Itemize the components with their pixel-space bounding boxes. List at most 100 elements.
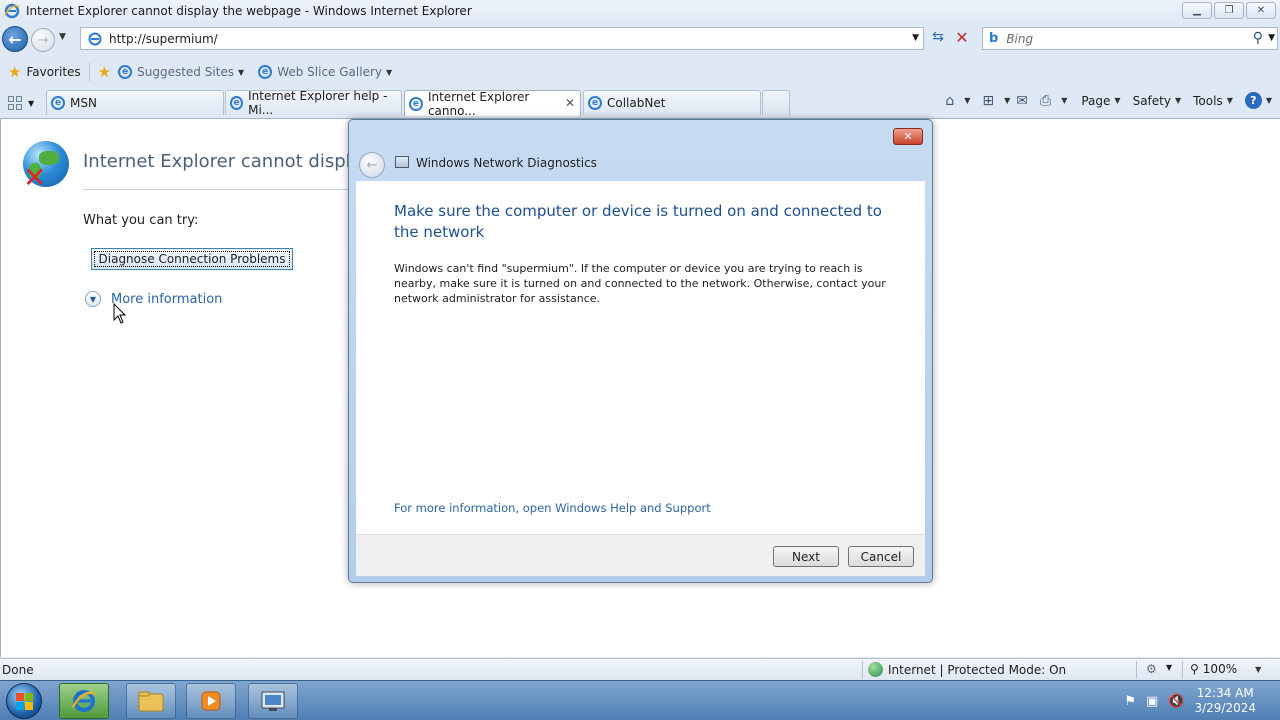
volume-muted-icon[interactable]: 🔇: [1168, 694, 1184, 709]
tab-list-dropdown-icon[interactable]: ▼: [28, 99, 34, 108]
zoom-level: 100%: [1202, 662, 1238, 676]
forward-button[interactable]: →: [31, 28, 55, 52]
divider: [862, 661, 863, 679]
chevron-down-icon: ▼: [1114, 96, 1121, 105]
safety-menu-label: Safety: [1132, 93, 1171, 108]
close-icon: ✕: [903, 130, 913, 143]
help-and-support-link[interactable]: For more information, open Windows Help …: [394, 501, 711, 515]
page-icon: [88, 32, 102, 45]
help-menu[interactable]: ? ▼: [1244, 92, 1272, 109]
dialog-body: Make sure the computer or device is turn…: [356, 181, 925, 534]
chevron-down-icon: ▼: [1265, 96, 1272, 105]
taskbar-network-diagnostics[interactable]: [248, 683, 298, 719]
inprivate-filter-icon[interactable]: ⚙: [1146, 662, 1157, 676]
network-icon[interactable]: ▣: [1146, 694, 1158, 709]
address-bar[interactable]: http://supermium/ ▼: [80, 27, 924, 50]
read-mail-icon[interactable]: ✉: [1016, 93, 1028, 109]
dialog-close-button[interactable]: ✕: [893, 128, 923, 145]
print-icon[interactable]: ⎙: [1040, 93, 1051, 109]
refresh-button[interactable]: ⇆: [928, 29, 948, 49]
chevron-down-icon: ▼: [85, 291, 101, 307]
dialog-heading: Make sure the computer or device is turn…: [394, 202, 882, 241]
favorites-button[interactable]: ★ Favorites: [8, 63, 81, 81]
diagnose-connection-button[interactable]: Diagnose Connection Problems: [91, 248, 293, 270]
page-menu[interactable]: Page ▼: [1081, 94, 1120, 108]
security-zone[interactable]: Internet | Protected Mode: On: [868, 662, 1066, 677]
close-tab-icon[interactable]: ✕: [565, 96, 575, 110]
new-tab-button[interactable]: [762, 90, 790, 115]
network-diagnostics-icon: [395, 156, 409, 168]
quick-tabs-button[interactable]: ▼: [6, 92, 42, 114]
search-box[interactable]: b Bing ⚲ ▼: [982, 27, 1278, 50]
home-dropdown-icon[interactable]: ▼: [964, 96, 970, 105]
address-dropdown-icon[interactable]: ▼: [912, 33, 919, 43]
internet-explorer-icon: [71, 690, 96, 712]
minimize-button[interactable]: ▁: [1182, 2, 1212, 19]
start-button[interactable]: [6, 683, 42, 719]
feeds-dropdown-icon[interactable]: ▼: [1004, 96, 1010, 105]
taskbar-internet-explorer[interactable]: [59, 683, 109, 719]
what-you-can-try-label: What you can try:: [83, 213, 199, 228]
stop-icon: ✕: [955, 28, 969, 47]
more-information-toggle[interactable]: ▼ More information: [85, 291, 222, 307]
suggested-sites-button[interactable]: e Suggested Sites ▼: [118, 65, 244, 79]
divider: [1182, 661, 1183, 679]
tab-msn[interactable]: e MSN: [46, 90, 224, 115]
divider: [88, 63, 90, 81]
taskbar-windows-explorer[interactable]: [126, 683, 176, 719]
search-placeholder[interactable]: Bing: [1006, 32, 1033, 46]
taskbar: ⚑ ▣ 🔇 12:34 AM 3/29/2024: [0, 680, 1280, 720]
divider: [1136, 661, 1137, 679]
suggested-sites-label: Suggested Sites: [137, 65, 235, 79]
tab-collabnet[interactable]: e CollabNet: [583, 90, 761, 115]
tab-ie-help[interactable]: e Internet Explorer help - Mi...: [225, 89, 402, 117]
help-icon: ?: [1244, 92, 1262, 109]
close-window-button[interactable]: ✕: [1246, 2, 1276, 19]
restore-button[interactable]: ❐: [1214, 2, 1244, 19]
clock-time: 12:34 AM: [1196, 686, 1254, 700]
dialog-message: Windows can't find "supermium". If the c…: [394, 262, 886, 305]
stop-button[interactable]: ✕: [952, 28, 972, 48]
ie-page-icon: e: [230, 96, 244, 110]
zoom-control[interactable]: ⚲ 100% ▼: [1190, 662, 1261, 676]
mouse-cursor-icon: [113, 303, 127, 324]
web-slice-gallery-button[interactable]: e Web Slice Gallery ▼: [258, 65, 392, 79]
internet-zone-icon: [868, 662, 883, 677]
more-information-label: More information: [111, 291, 223, 307]
favorites-label: Favorites: [26, 65, 81, 79]
add-to-favorites-bar-button[interactable]: ★: [98, 63, 116, 81]
search-options-dropdown[interactable]: ▼: [1268, 33, 1275, 43]
home-icon[interactable]: ⌂: [945, 93, 954, 109]
next-button[interactable]: Next: [773, 546, 839, 567]
network-diagnostics-dialog: ✕ ← Windows Network Diagnostics Make sur…: [348, 119, 933, 583]
feeds-icon[interactable]: ⊞: [982, 93, 994, 109]
chevron-down-icon[interactable]: ▼: [1166, 663, 1172, 672]
taskbar-media-player[interactable]: [186, 683, 236, 719]
safety-menu[interactable]: Safety ▼: [1133, 94, 1182, 108]
search-icon[interactable]: ⚲: [1253, 30, 1263, 46]
web-slice-gallery-label: Web Slice Gallery: [277, 65, 382, 79]
clock[interactable]: 12:34 AM 3/29/2024: [1194, 686, 1256, 716]
tab-label: Internet Explorer help - Mi...: [248, 89, 388, 117]
chevron-down-icon: ▼: [385, 67, 393, 77]
tab-label: Internet Explorer canno...: [427, 89, 530, 118]
dialog-back-button[interactable]: ←: [359, 152, 385, 178]
print-dropdown-icon[interactable]: ▼: [1061, 96, 1067, 105]
tab-current-error[interactable]: e Internet Explorer canno... ✕: [404, 89, 581, 118]
tab-label: MSN: [70, 96, 97, 110]
action-center-flag-icon[interactable]: ⚑: [1124, 694, 1136, 709]
ie-page-icon: e: [51, 96, 65, 110]
chevron-down-icon: ▼: [238, 67, 245, 77]
window-title: Internet Explorer cannot display the web…: [26, 4, 472, 18]
tab-label: CollabNet: [607, 96, 666, 110]
system-tray: ⚑ ▣ 🔇 12:34 AM 3/29/2024: [1124, 681, 1280, 720]
add-favorite-icon: ★: [97, 63, 112, 81]
address-url[interactable]: http://supermium/: [109, 32, 218, 46]
cancel-button[interactable]: Cancel: [848, 546, 914, 567]
dialog-title: Windows Network Diagnostics: [416, 156, 597, 170]
recent-pages-dropdown[interactable]: ▼: [59, 32, 66, 42]
tools-menu[interactable]: Tools ▼: [1193, 94, 1233, 108]
back-button[interactable]: ←: [2, 26, 28, 52]
security-zone-label: Internet | Protected Mode: On: [888, 662, 1067, 677]
window-title-bar: Internet Explorer cannot display the web…: [0, 0, 1280, 22]
